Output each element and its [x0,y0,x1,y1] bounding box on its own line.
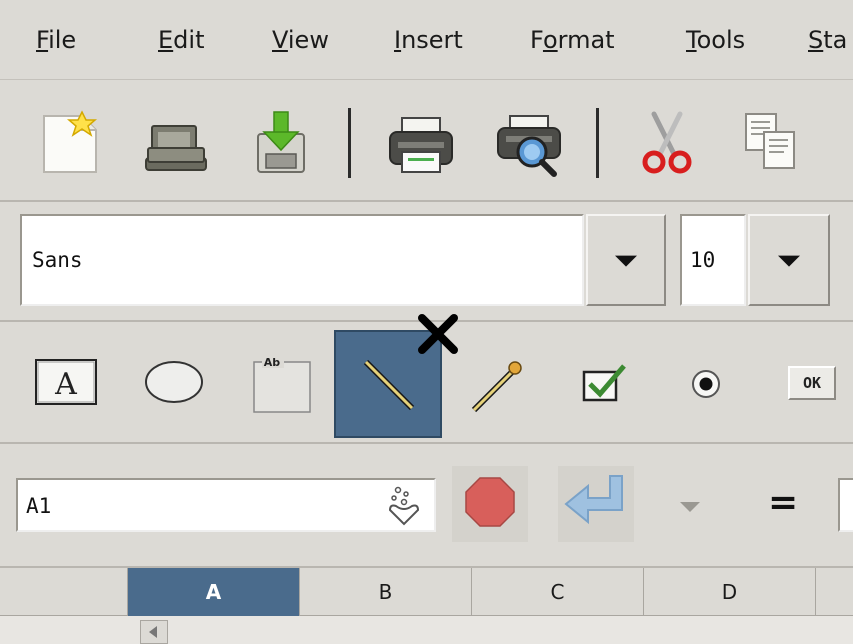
equals-label[interactable]: = [768,482,798,523]
stop-icon [465,477,515,527]
font-size-value: 10 [690,248,716,272]
name-box-value: A1 [26,494,52,518]
function-dropdown-icon[interactable] [680,502,700,512]
menu-insert[interactable]: Insert [394,26,463,54]
open-folder-icon[interactable] [140,108,210,178]
text-box-letter: A [54,367,77,402]
print-preview-icon[interactable] [494,108,564,178]
font-size-combobox[interactable]: 10 [680,214,746,306]
menu-bar: File Edit View Insert Format Tools Sta [0,0,853,80]
font-name-value: Sans [32,248,83,272]
menu-format[interactable]: Format [530,26,615,54]
column-headers: A B C D [0,568,853,616]
chevron-down-icon [778,255,800,267]
menu-view-rest: iew [287,26,329,54]
formatting-toolbar: Sans 10 [0,202,853,322]
menu-view-accel: V [272,26,288,54]
menu-format-pre: F [530,26,543,54]
cancel-button[interactable] [452,466,528,542]
drawing-toolbar: A Ab OK [0,314,853,444]
menu-file[interactable]: File [36,26,76,54]
menu-format-rest: rmat [557,26,615,54]
menu-tools[interactable]: Tools [686,26,745,54]
push-button-label: OK [802,374,822,392]
cut-icon[interactable] [632,108,702,178]
accept-button[interactable] [558,466,634,542]
toolbar-separator [596,108,599,178]
save-icon[interactable] [246,108,316,178]
column-header-e[interactable] [816,568,853,616]
toolbar-separator [348,108,351,178]
menu-tools-accel: T [686,26,697,54]
sparkle-icon [388,486,420,526]
print-icon[interactable] [386,108,456,178]
column-header-b[interactable]: B [300,568,472,616]
font-size-dropdown-button[interactable] [748,214,830,306]
name-box[interactable]: A1 [16,478,436,532]
formula-bar: A1 = [0,444,853,568]
font-name-dropdown-button[interactable] [586,214,666,306]
column-header-c[interactable]: C [472,568,644,616]
menu-edit[interactable]: Edit [158,26,204,54]
menu-file-rest: ile [48,26,77,54]
formula-input[interactable] [838,478,853,532]
checkbox-icon[interactable] [578,358,638,408]
menu-edit-accel: E [158,26,174,54]
menu-insert-rest: nsert [401,26,463,54]
standard-toolbar [0,80,853,202]
arrow-icon[interactable] [462,350,532,420]
chevron-down-icon [615,255,637,267]
copy-icon[interactable] [736,108,806,178]
menu-view[interactable]: View [272,26,329,54]
menu-format-accel: o [542,26,558,54]
column-header-a[interactable]: A [128,568,300,616]
column-header-d[interactable]: D [644,568,816,616]
select-all-corner[interactable] [0,568,128,616]
font-name-combobox[interactable]: Sans [20,214,584,306]
menu-styles-accel: S [808,26,824,54]
radio-icon[interactable] [686,366,726,406]
menu-file-accel: F [36,26,49,54]
ellipse-icon[interactable] [140,358,210,408]
menu-tools-rest: ools [696,26,746,54]
label-icon-text: Ab [264,356,281,369]
menu-styles[interactable]: Sta [808,26,847,54]
menu-styles-rest: ta [823,26,848,54]
sheet-area [0,616,853,644]
push-button-icon[interactable]: OK [788,366,836,400]
scroll-left-button[interactable] [140,620,168,644]
chevron-left-icon [149,626,157,638]
menu-edit-rest: dit [173,26,205,54]
label-icon[interactable]: Ab [248,352,318,416]
new-document-icon[interactable] [36,108,106,178]
text-box-icon[interactable]: A [32,356,102,412]
enter-arrow-icon [564,475,623,525]
close-icon[interactable] [416,312,460,356]
